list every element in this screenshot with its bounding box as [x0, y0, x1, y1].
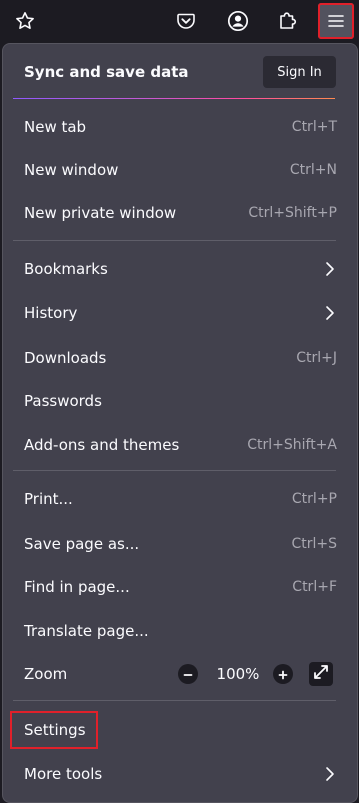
menu-item-zoom: Zoom 100% — [3, 656, 357, 692]
zoom-label: Zoom — [24, 665, 68, 683]
menu-item-label: New window — [24, 161, 119, 179]
menu-item-label: History — [24, 304, 78, 322]
zoom-in-button[interactable] — [273, 664, 293, 684]
menu-item-label: Passwords — [24, 392, 102, 410]
chevron-right-icon — [323, 766, 337, 782]
menu-item-new-tab[interactable]: New tab Ctrl+T — [3, 109, 357, 145]
menu-separator — [13, 240, 336, 241]
account-button[interactable] — [220, 3, 256, 39]
open-menu-button[interactable] — [318, 3, 354, 39]
puzzle-icon — [277, 10, 299, 32]
app-menu-panel: Sync and save data Sign In New tab Ctrl+… — [2, 43, 358, 803]
minus-icon — [183, 665, 193, 684]
menu-item-label: Downloads — [24, 349, 107, 367]
menu-item-downloads[interactable]: Downloads Ctrl+J — [3, 340, 357, 376]
star-icon — [15, 11, 35, 31]
pocket-icon — [176, 11, 196, 31]
sync-title: Sync and save data — [24, 63, 189, 81]
zoom-out-button[interactable] — [178, 664, 198, 684]
menu-item-label: Save page as... — [24, 535, 140, 553]
sync-divider — [13, 98, 335, 99]
menu-item-print[interactable]: Print... Ctrl+P — [3, 481, 357, 517]
hamburger-icon — [327, 12, 345, 30]
menu-item-label: Bookmarks — [24, 260, 108, 278]
menu-item-history[interactable]: History — [3, 295, 357, 331]
pocket-button[interactable] — [168, 3, 204, 39]
menu-item-passwords[interactable]: Passwords — [3, 383, 357, 419]
chevron-right-icon — [323, 261, 337, 277]
fullscreen-icon — [313, 664, 329, 684]
menu-item-bookmarks[interactable]: Bookmarks — [3, 251, 357, 287]
menu-item-label: Find in page... — [24, 578, 130, 596]
plus-icon — [278, 665, 288, 684]
browser-toolbar — [0, 0, 359, 42]
menu-item-shortcut: Ctrl+T — [291, 119, 337, 135]
menu-item-find-in-page[interactable]: Find in page... Ctrl+F — [3, 569, 357, 605]
menu-separator — [13, 470, 336, 471]
menu-item-shortcut: Ctrl+F — [292, 579, 337, 595]
menu-item-shortcut: Ctrl+J — [296, 350, 337, 366]
menu-item-addons[interactable]: Add-ons and themes Ctrl+Shift+A — [3, 427, 357, 463]
menu-item-shortcut: Ctrl+Shift+P — [248, 205, 337, 221]
menu-item-label: New tab — [24, 118, 87, 136]
chevron-right-icon — [323, 305, 337, 321]
bookmark-star-button[interactable] — [7, 3, 43, 39]
menu-item-label: Add-ons and themes — [24, 436, 180, 454]
menu-item-shortcut: Ctrl+N — [289, 162, 337, 178]
menu-item-new-window[interactable]: New window Ctrl+N — [3, 152, 357, 188]
extensions-button[interactable] — [270, 3, 306, 39]
menu-item-label: Print... — [24, 490, 73, 508]
menu-item-translate-page[interactable]: Translate page... — [3, 613, 357, 649]
menu-item-shortcut: Ctrl+S — [291, 536, 337, 552]
zoom-level[interactable]: 100% — [215, 665, 261, 683]
menu-item-shortcut: Ctrl+Shift+A — [247, 437, 337, 453]
menu-item-label: Translate page... — [24, 622, 149, 640]
menu-item-label: More tools — [24, 765, 103, 783]
menu-item-new-private-window[interactable]: New private window Ctrl+Shift+P — [3, 195, 357, 231]
menu-item-more-tools[interactable]: More tools — [3, 756, 357, 792]
menu-item-shortcut: Ctrl+P — [291, 491, 337, 507]
menu-item-label: New private window — [24, 204, 177, 222]
menu-separator — [13, 700, 336, 701]
settings-highlight-box — [10, 711, 98, 749]
fullscreen-button[interactable] — [309, 662, 333, 686]
menu-item-save-page[interactable]: Save page as... Ctrl+S — [3, 526, 357, 562]
sync-header: Sync and save data Sign In — [3, 44, 357, 99]
account-icon — [227, 10, 249, 32]
sign-in-button[interactable]: Sign In — [263, 56, 336, 88]
